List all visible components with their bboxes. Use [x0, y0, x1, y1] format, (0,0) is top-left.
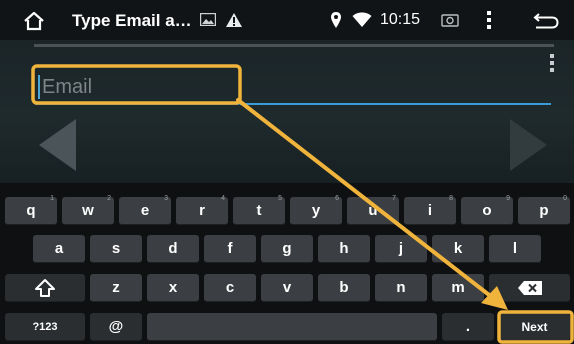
screenshot-icon [441, 14, 459, 27]
key-k[interactable]: k [432, 235, 484, 263]
key-c[interactable]: c [204, 274, 256, 302]
image-notification-icon [200, 13, 216, 26]
key-s[interactable]: s [90, 235, 142, 263]
key-w[interactable]: w2 [62, 195, 114, 225]
key-a[interactable]: a [33, 235, 85, 263]
key-v[interactable]: v [261, 274, 313, 302]
page-title: Type Email a… [72, 11, 192, 30]
clock: 10:15 [380, 11, 421, 28]
email-input[interactable] [35, 70, 555, 104]
backspace-icon [518, 281, 542, 295]
key-d[interactable]: d [147, 235, 199, 263]
key-t[interactable]: t5 [233, 195, 285, 225]
content-area [0, 40, 574, 183]
previous-arrow-icon[interactable] [38, 118, 78, 172]
symbols-key[interactable]: ?123 [5, 313, 85, 341]
key-r[interactable]: r4 [176, 195, 228, 225]
backspace-key[interactable] [489, 274, 570, 302]
key-j[interactable]: j [375, 235, 427, 263]
home-icon[interactable] [22, 10, 46, 32]
key-u[interactable]: u7 [347, 195, 399, 225]
key-b[interactable]: b [318, 274, 370, 302]
text-cursor [38, 75, 40, 99]
key-z[interactable]: z [90, 274, 142, 302]
key-h[interactable]: h [318, 235, 370, 263]
period-key[interactable]: . [442, 313, 494, 341]
wifi-icon [352, 12, 372, 27]
key-x[interactable]: x [147, 274, 199, 302]
key-n[interactable]: n [375, 274, 427, 302]
back-icon[interactable] [533, 13, 559, 29]
key-p[interactable]: p0 [518, 195, 570, 225]
key-l[interactable]: l [489, 235, 541, 263]
key-g[interactable]: g [261, 235, 313, 263]
email-input-underline-right [240, 103, 551, 105]
space-key[interactable] [147, 313, 437, 341]
key-e[interactable]: e3 [119, 195, 171, 225]
divider [34, 44, 554, 47]
shift-icon [35, 279, 55, 297]
key-f[interactable]: f [204, 235, 256, 263]
soft-keyboard: q1 w2 e3 r4 t5 y6 u7 i8 o9 p0 a s d f g … [0, 183, 574, 344]
at-key[interactable]: @ [90, 313, 142, 341]
key-q[interactable]: q1 [5, 195, 57, 225]
key-o[interactable]: o9 [461, 195, 513, 225]
key-y[interactable]: y6 [290, 195, 342, 225]
warning-icon [226, 13, 242, 27]
location-icon [331, 12, 341, 28]
key-i[interactable]: i8 [404, 195, 456, 225]
next-arrow-icon[interactable] [508, 118, 548, 172]
shift-key[interactable] [5, 274, 85, 302]
next-button[interactable]: Next [499, 313, 570, 341]
overflow-menu-icon[interactable] [486, 10, 492, 30]
email-input-underline [35, 103, 240, 105]
key-m[interactable]: m [432, 274, 484, 302]
status-bar: Type Email a… 10:15 [0, 0, 574, 40]
